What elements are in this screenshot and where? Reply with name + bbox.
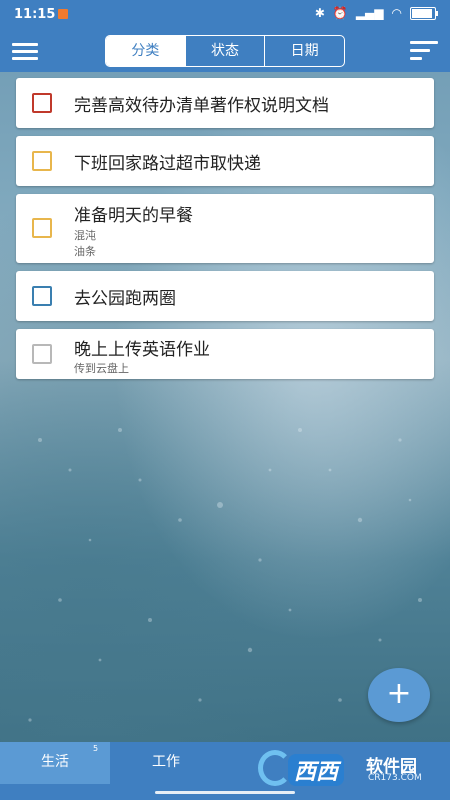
task-checkbox[interactable] — [32, 93, 52, 113]
task-subtitle: 混沌 — [74, 229, 96, 242]
task-checkbox[interactable] — [32, 151, 52, 171]
task-item[interactable]: 完善高效待办清单著作权说明文档 — [16, 78, 434, 128]
tab-life[interactable]: 生活 5 — [0, 742, 110, 784]
wifi-icon: ◠ — [391, 6, 402, 20]
add-task-button[interactable]: + — [368, 668, 430, 722]
task-checkbox[interactable] — [32, 218, 52, 238]
notification-icon — [58, 9, 68, 19]
gesture-bar — [155, 791, 295, 794]
task-title: 去公园跑两圈 — [74, 289, 176, 309]
task-title: 准备明天的早餐 — [74, 206, 193, 226]
watermark-ring-icon — [258, 750, 292, 786]
battery-icon — [410, 6, 438, 20]
sort-icon[interactable] — [410, 41, 438, 63]
status-icons: ✱ ⏰ ▂▄▆ ◠ — [314, 6, 438, 20]
task-item[interactable]: 下班回家路过超市取快递 — [16, 136, 434, 186]
task-checkbox[interactable] — [32, 344, 52, 364]
status-bar: 11:15 ✱ ⏰ ▂▄▆ ◠ — [0, 0, 450, 30]
task-item[interactable]: 晚上上传英语作业 传到云盘上 — [16, 329, 434, 379]
task-list: 完善高效待办清单著作权说明文档 下班回家路过超市取快递 准备明天的早餐 混沌 油… — [16, 78, 434, 387]
task-item[interactable]: 去公园跑两圈 — [16, 271, 434, 321]
task-subtitle: 传到云盘上 — [74, 362, 129, 375]
tab-work-label: 工作 — [152, 754, 180, 770]
tab-life-badge: 5 — [93, 744, 99, 753]
task-title: 晚上上传英语作业 — [74, 340, 210, 360]
view-segmented-control: 分类 状态 日期 — [105, 35, 345, 67]
status-time: 11:15 — [14, 7, 56, 22]
tab-date[interactable]: 日期 — [265, 36, 344, 66]
signal-icon: ▂▄▆ — [355, 6, 384, 20]
bluetooth-icon: ✱ — [314, 6, 325, 20]
task-checkbox[interactable] — [32, 286, 52, 306]
task-item[interactable]: 准备明天的早餐 混沌 油条 — [16, 194, 434, 263]
alarm-icon: ⏰ — [332, 6, 348, 20]
tab-life-label: 生活 — [41, 754, 69, 770]
watermark-brand: 西西 — [288, 754, 345, 786]
tab-category[interactable]: 分类 — [106, 36, 186, 66]
task-title: 完善高效待办清单著作权说明文档 — [74, 96, 329, 116]
task-title: 下班回家路过超市取快递 — [74, 154, 261, 174]
watermark-logo: 西西 软件园 CR173.COM — [258, 748, 438, 790]
watermark-url: CR173.COM — [368, 773, 422, 783]
tab-work[interactable]: 工作 — [110, 742, 222, 784]
menu-icon[interactable] — [12, 40, 38, 62]
top-toolbar: 分类 状态 日期 — [0, 30, 450, 72]
task-subtitle: 油条 — [74, 245, 96, 258]
tab-status[interactable]: 状态 — [186, 36, 266, 66]
